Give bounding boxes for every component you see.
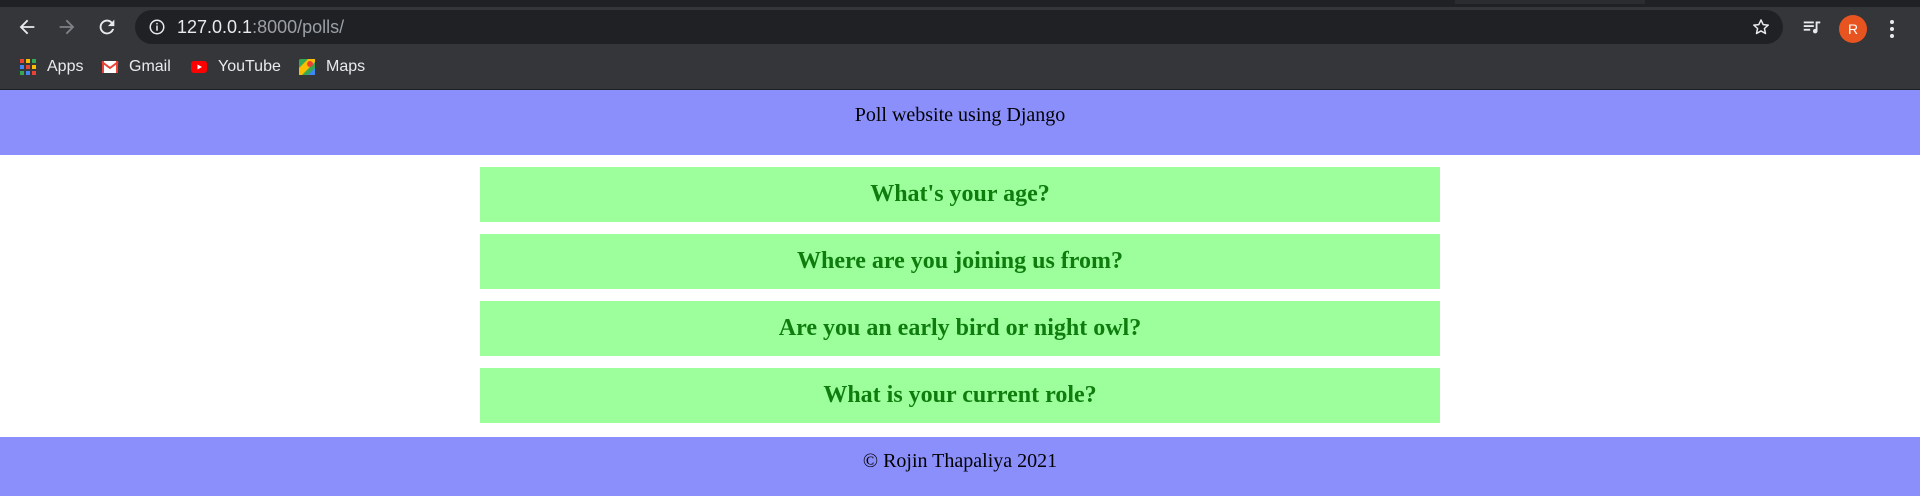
tab-strip	[0, 0, 1920, 7]
browser-toolbar: 127.0.0.1:8000/polls/ R	[0, 7, 1920, 47]
forward-button[interactable]	[51, 11, 83, 43]
site-title: Poll website using Django	[854, 104, 1066, 126]
poll-question-text[interactable]: Are you an early bird or night owl?	[779, 315, 1141, 342]
poll-question-link[interactable]: Are you an early bird or night owl?	[480, 301, 1440, 356]
reload-icon	[99, 19, 115, 35]
browser-menu-icon[interactable]	[1880, 15, 1904, 43]
poll-question-link[interactable]: What's your age?	[480, 167, 1440, 222]
site-footer: © Rojin Thapaliya 2021	[0, 437, 1920, 496]
bookmark-apps[interactable]: Apps	[19, 55, 83, 79]
address-bar[interactable]: 127.0.0.1:8000/polls/	[135, 10, 1783, 44]
playlist-icon	[1803, 21, 1821, 34]
gmail-icon	[101, 61, 119, 73]
bookmark-label: Apps	[47, 58, 84, 75]
poll-question-text[interactable]: What's your age?	[870, 181, 1050, 208]
youtube-icon	[191, 61, 207, 73]
bookmark-label: YouTube	[218, 58, 281, 75]
browser-chrome: 127.0.0.1:8000/polls/ R Apps Gmail YouTu…	[0, 0, 1920, 90]
copyright-text: © Rojin Thapaliya 2021	[862, 450, 1058, 472]
poll-question-link[interactable]: What is your current role?	[480, 368, 1440, 423]
bookmark-star-icon[interactable]	[1751, 17, 1771, 37]
url-host: 127.0.0.1	[177, 17, 253, 37]
bookmark-maps[interactable]: Maps	[298, 55, 365, 79]
apps-grid-icon	[20, 59, 36, 75]
site-info-icon[interactable]	[148, 18, 166, 36]
back-arrow-icon	[19, 19, 35, 35]
tab-strip-shadow	[1455, 0, 1645, 4]
back-button[interactable]	[11, 11, 43, 43]
forward-arrow-icon	[59, 19, 75, 35]
poll-question-list: What's your age? Where are you joining u…	[480, 167, 1440, 435]
bookmarks-bar: Apps Gmail YouTube Maps	[0, 53, 1920, 81]
bookmark-gmail[interactable]: Gmail	[101, 55, 171, 79]
poll-question-link[interactable]: Where are you joining us from?	[480, 234, 1440, 289]
url-text[interactable]: 127.0.0.1:8000/polls/	[177, 18, 344, 36]
reload-button[interactable]	[91, 11, 123, 43]
site-header: Poll website using Django	[0, 90, 1920, 155]
profile-avatar[interactable]: R	[1839, 15, 1867, 43]
poll-question-text[interactable]: Where are you joining us from?	[797, 248, 1123, 275]
media-control-button[interactable]	[1796, 11, 1828, 43]
page-viewport: Poll website using Django What's your ag…	[0, 90, 1920, 496]
bookmark-label: Gmail	[129, 58, 171, 75]
bookmark-youtube[interactable]: YouTube	[190, 55, 281, 79]
maps-icon	[299, 59, 315, 75]
poll-question-text[interactable]: What is your current role?	[823, 382, 1096, 409]
url-path: :8000/polls/	[252, 17, 345, 37]
bookmark-label: Maps	[326, 58, 366, 75]
